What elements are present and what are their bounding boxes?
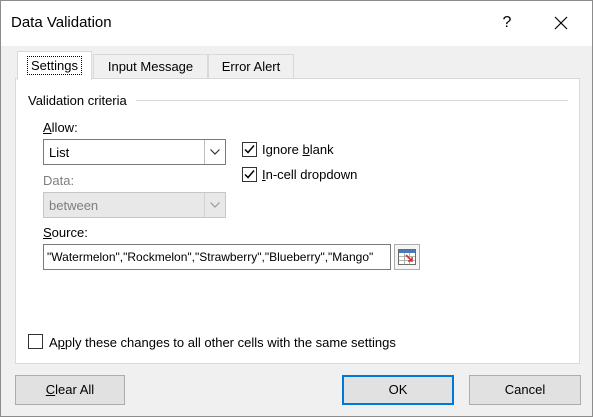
source-input[interactable]: "Watermelon","Rockmelon","Strawberry","B… bbox=[43, 244, 391, 270]
title-bar: Data Validation ? bbox=[1, 1, 592, 46]
group-divider bbox=[136, 100, 568, 101]
ok-button[interactable]: OK bbox=[342, 375, 454, 405]
data-value: between bbox=[49, 198, 99, 213]
ignore-blank-label[interactable]: Ignore blank bbox=[262, 142, 334, 157]
validation-criteria-title: Validation criteria bbox=[28, 93, 127, 108]
allow-value: List bbox=[49, 145, 70, 160]
tab-input-message[interactable]: Input Message bbox=[93, 54, 208, 79]
tab-input-message-label: Input Message bbox=[107, 59, 194, 74]
tab-error-alert[interactable]: Error Alert bbox=[208, 54, 294, 79]
close-icon bbox=[554, 16, 568, 30]
clear-all-button[interactable]: Clear All bbox=[15, 375, 125, 405]
tab-settings[interactable]: Settings bbox=[17, 51, 92, 80]
checkmark-icon bbox=[244, 170, 255, 179]
source-label: Source: bbox=[43, 225, 88, 240]
allow-dropdown-arrow[interactable] bbox=[204, 140, 225, 164]
range-select-button[interactable] bbox=[394, 244, 420, 270]
incell-dropdown-checkbox[interactable] bbox=[242, 167, 257, 182]
window-title: Data Validation bbox=[11, 14, 112, 31]
ignore-blank-checkbox[interactable] bbox=[242, 142, 257, 157]
data-dropdown-arrow bbox=[204, 193, 225, 217]
data-dropdown: between bbox=[43, 192, 226, 218]
chevron-down-icon bbox=[210, 149, 220, 155]
cancel-button[interactable]: Cancel bbox=[469, 375, 581, 405]
tab-settings-label: Settings bbox=[27, 56, 82, 75]
allow-label: Allow: bbox=[43, 120, 78, 135]
allow-dropdown[interactable]: List bbox=[43, 139, 226, 165]
apply-all-checkbox[interactable] bbox=[28, 334, 43, 349]
help-button[interactable]: ? bbox=[495, 9, 519, 37]
source-value: "Watermelon","Rockmelon","Strawberry","B… bbox=[47, 250, 374, 264]
settings-panel: Validation criteria Allow: List Data: be… bbox=[15, 78, 580, 364]
incell-dropdown-label[interactable]: In-cell dropdown bbox=[262, 167, 357, 182]
data-label: Data: bbox=[43, 173, 75, 188]
data-validation-dialog: Data Validation ? Settings Input Message… bbox=[0, 0, 593, 417]
close-button[interactable] bbox=[541, 9, 581, 37]
tab-error-alert-label: Error Alert bbox=[221, 59, 281, 74]
apply-all-label[interactable]: Apply these changes to all other cells w… bbox=[49, 335, 396, 350]
chevron-down-icon bbox=[210, 202, 220, 208]
checkmark-icon bbox=[244, 145, 255, 154]
range-select-icon bbox=[398, 249, 416, 265]
